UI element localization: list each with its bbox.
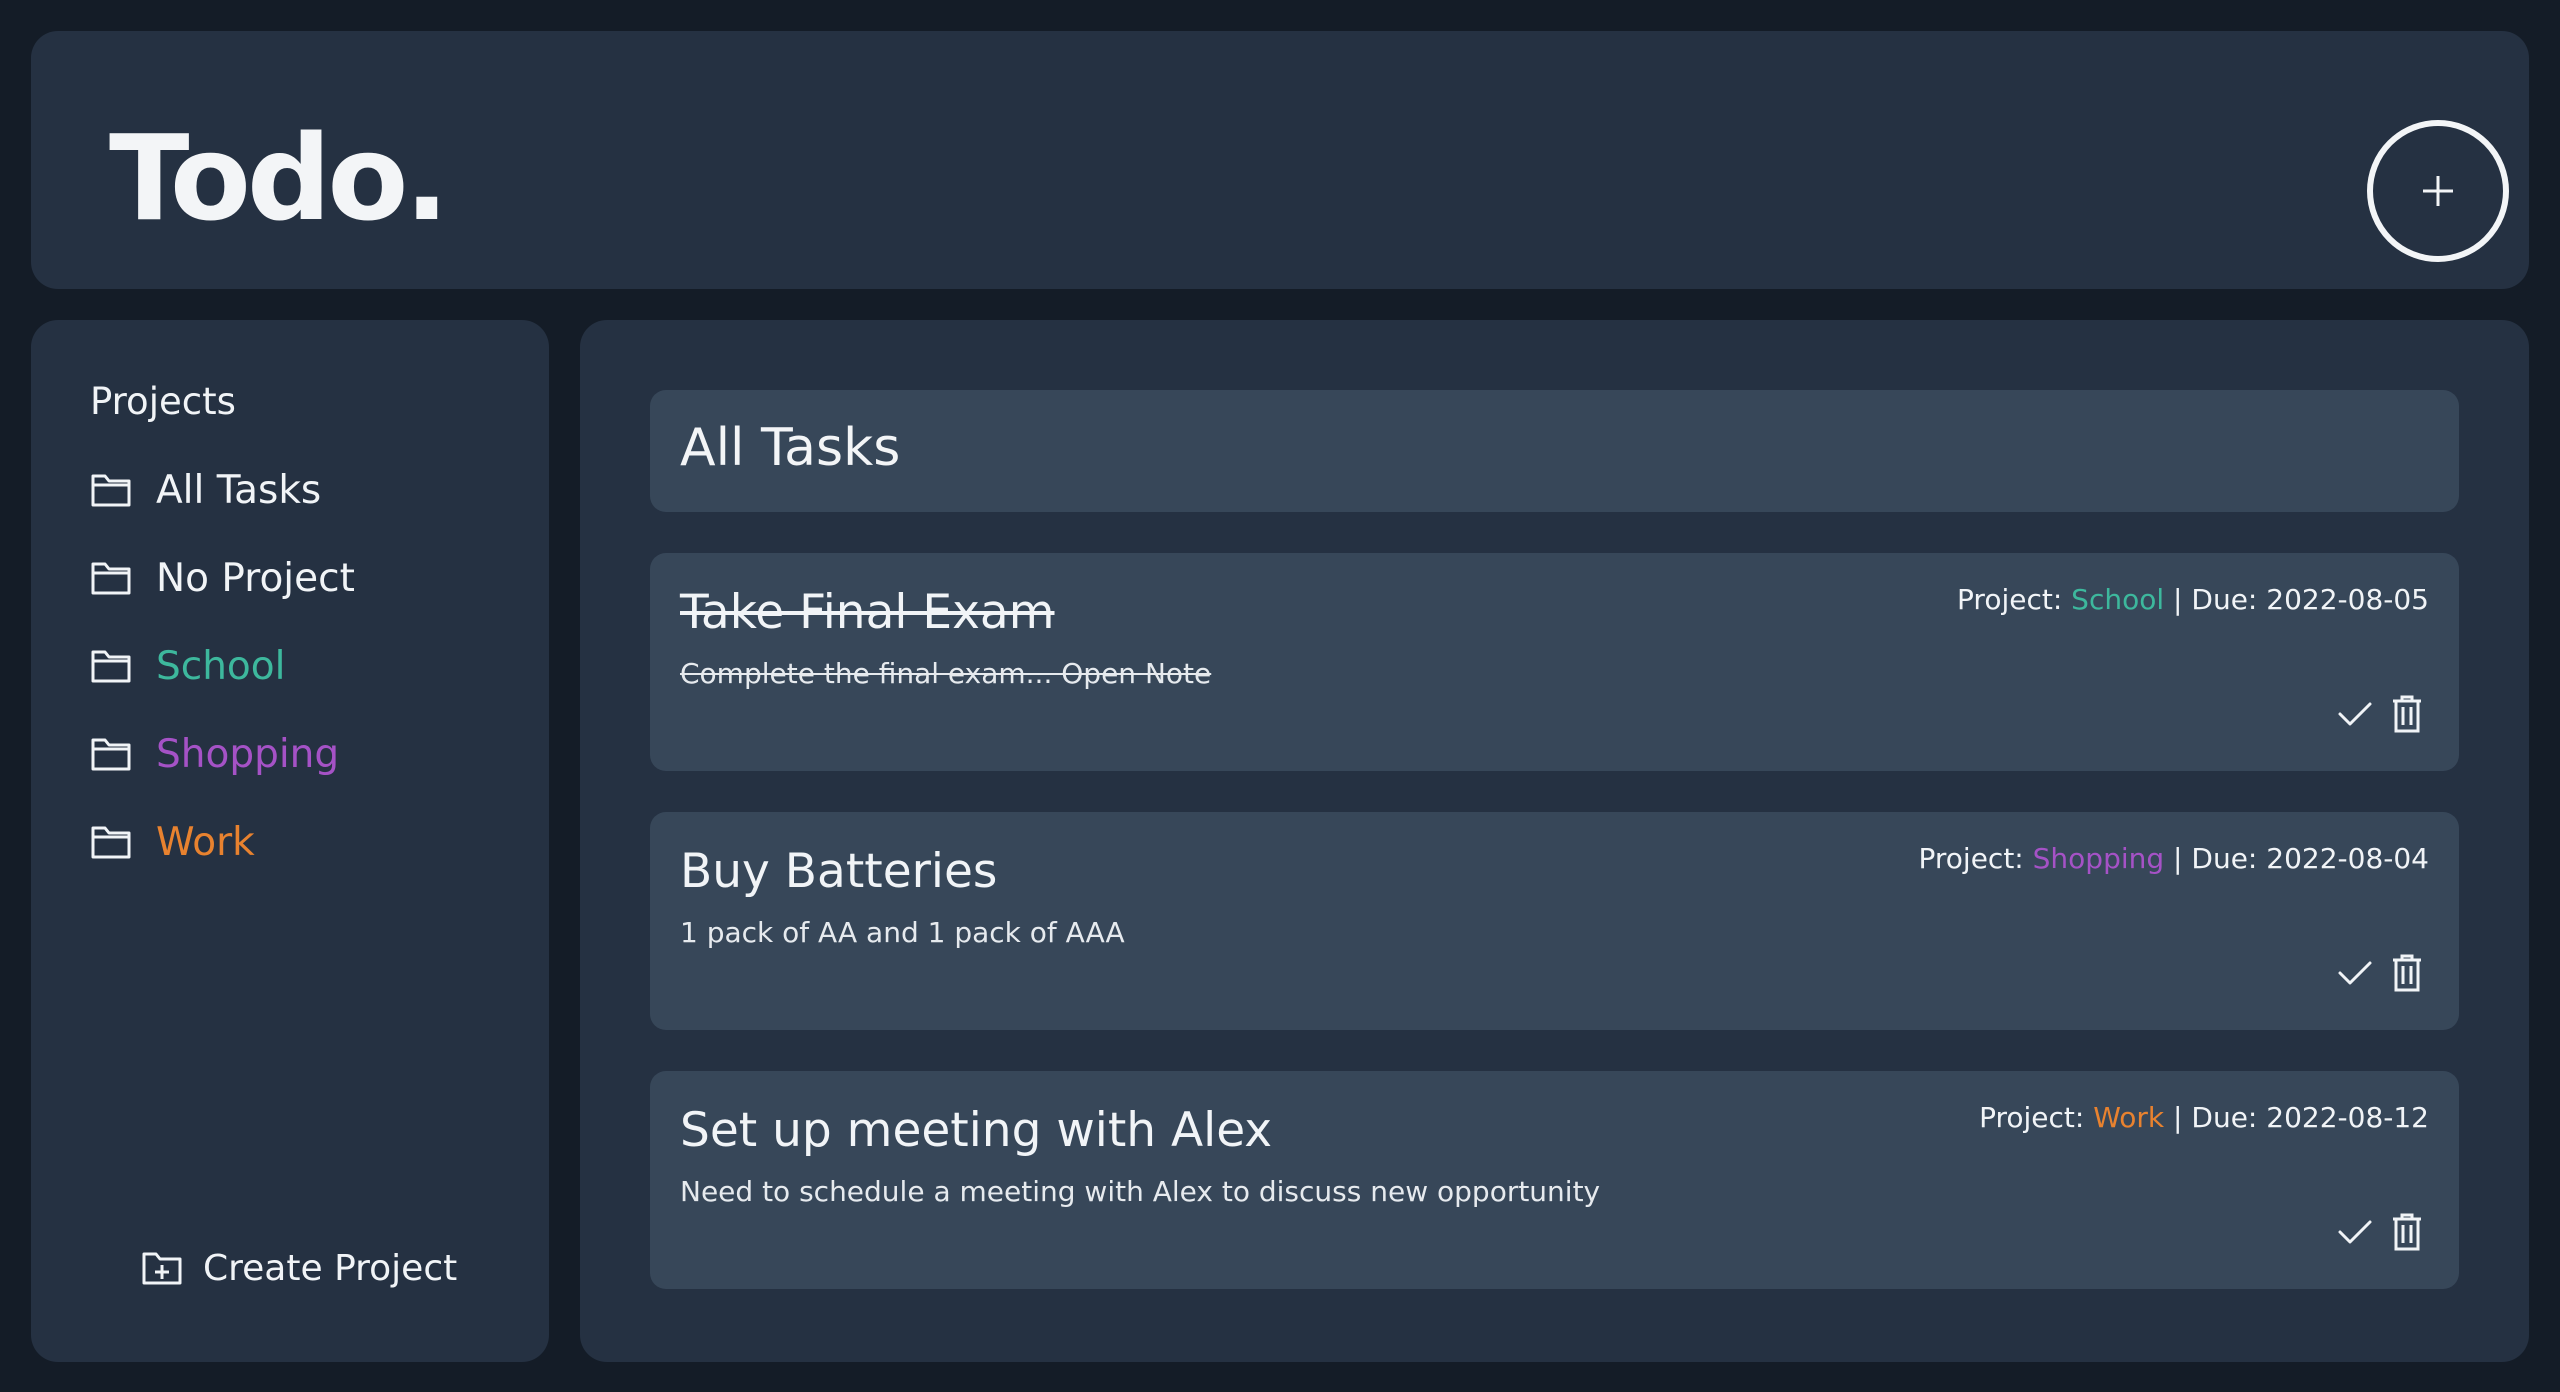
folder-plus-icon — [142, 1252, 182, 1285]
complete-task-button[interactable] — [2337, 1218, 2373, 1246]
sidebar-item-label: No Project — [156, 555, 355, 601]
check-icon — [2338, 1220, 2372, 1244]
task-meta: Project: Work | Due: 2022-08-12 — [1979, 1101, 2429, 1135]
folder-icon — [91, 826, 131, 859]
tasks-panel: All Tasks Take Final Exam Complete the f… — [580, 320, 2529, 1362]
trash-icon — [2393, 954, 2421, 992]
create-project-label: Create Project — [203, 1247, 458, 1289]
task-meta: Project: Shopping | Due: 2022-08-04 — [1919, 842, 2430, 876]
task-due-date: 2022-08-05 — [2266, 583, 2429, 616]
project-prefix: Project: — [1918, 842, 2024, 875]
task-card[interactable]: Take Final Exam Complete the final exam.… — [650, 553, 2459, 771]
sidebar-item-label: School — [156, 643, 286, 689]
sidebar-item-label: Shopping — [156, 731, 340, 777]
due-prefix: Due: — [2191, 842, 2258, 875]
create-project-button[interactable]: Create Project — [141, 1238, 461, 1298]
meta-separator: | — [2173, 1101, 2183, 1134]
meta-separator: | — [2173, 583, 2183, 616]
task-title: Take Final Exam — [680, 585, 1055, 640]
project-prefix: Project: — [1957, 583, 2063, 616]
app-header: Todo. — [31, 31, 2529, 289]
view-header: All Tasks — [650, 390, 2459, 512]
page-title: All Tasks — [680, 418, 901, 478]
add-task-button[interactable] — [2367, 120, 2509, 262]
task-title: Set up meeting with Alex — [680, 1103, 1273, 1158]
task-actions — [2319, 695, 2423, 733]
task-project: Shopping — [2032, 842, 2165, 875]
folder-icon — [91, 474, 131, 507]
due-prefix: Due: — [2191, 1101, 2258, 1134]
meta-separator: | — [2173, 842, 2183, 875]
app-logo: Todo. — [109, 109, 449, 247]
task-description: 1 pack of AA and 1 pack of AAA — [680, 916, 1125, 949]
task-card[interactable]: Set up meeting with Alex Need to schedul… — [650, 1071, 2459, 1289]
folder-icon — [91, 562, 131, 595]
complete-task-button[interactable] — [2337, 700, 2373, 728]
projects-sidebar: Projects All Tasks No Project School Sho… — [31, 320, 549, 1362]
sidebar-item-all-tasks[interactable]: All Tasks — [90, 460, 510, 520]
task-due-date: 2022-08-12 — [2266, 1101, 2429, 1134]
sidebar-item-work[interactable]: Work — [90, 812, 510, 872]
complete-task-button[interactable] — [2337, 959, 2373, 987]
delete-task-button[interactable] — [2391, 1213, 2423, 1251]
task-due-date: 2022-08-04 — [2266, 842, 2429, 875]
task-description: Complete the final exam... Open Note — [680, 657, 1212, 690]
sidebar-item-school[interactable]: School — [90, 636, 510, 696]
task-description: Need to schedule a meeting with Alex to … — [680, 1175, 1601, 1208]
sidebar-item-shopping[interactable]: Shopping — [90, 724, 510, 784]
projects-heading: Projects — [90, 380, 236, 423]
task-project: School — [2071, 583, 2165, 616]
task-actions — [2319, 954, 2423, 992]
folder-icon — [91, 738, 131, 771]
task-meta: Project: School | Due: 2022-08-05 — [1957, 583, 2429, 617]
project-prefix: Project: — [1979, 1101, 2085, 1134]
check-icon — [2338, 961, 2372, 985]
check-icon — [2338, 702, 2372, 726]
plus-icon — [2423, 176, 2453, 206]
folder-icon — [91, 650, 131, 683]
task-card[interactable]: Buy Batteries 1 pack of AA and 1 pack of… — [650, 812, 2459, 1030]
trash-icon — [2393, 1213, 2421, 1251]
trash-icon — [2393, 695, 2421, 733]
sidebar-item-label: All Tasks — [156, 467, 322, 513]
due-prefix: Due: — [2191, 583, 2258, 616]
task-actions — [2319, 1213, 2423, 1251]
delete-task-button[interactable] — [2391, 695, 2423, 733]
delete-task-button[interactable] — [2391, 954, 2423, 992]
task-project: Work — [2093, 1101, 2165, 1134]
task-title: Buy Batteries — [680, 844, 998, 899]
sidebar-item-label: Work — [156, 819, 255, 865]
sidebar-item-no-project[interactable]: No Project — [90, 548, 510, 608]
